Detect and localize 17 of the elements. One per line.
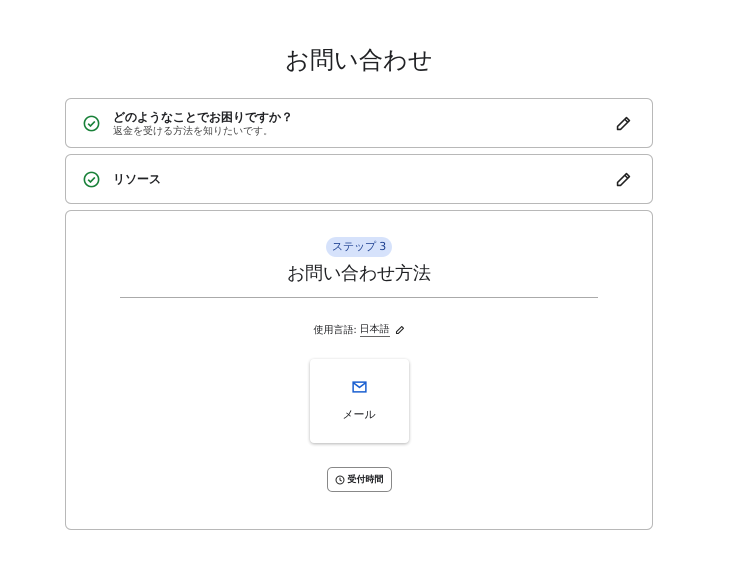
mail-icon — [352, 380, 366, 392]
edit-icon[interactable] — [615, 170, 632, 188]
clock-icon — [334, 474, 344, 484]
edit-icon[interactable] — [394, 324, 405, 334]
edit-icon[interactable] — [615, 114, 632, 132]
email-option[interactable]: メール — [310, 359, 408, 443]
step-title: どのようなことでお困りですか？ — [113, 108, 294, 124]
step-title: リソース — [113, 171, 162, 187]
hours-button[interactable]: 受付時間 — [326, 467, 392, 492]
language-link[interactable]: 日本語 — [360, 322, 390, 337]
step-answer: 返金を受ける方法を知りたいです。 — [113, 124, 274, 138]
step-card[interactable]: リソース — [65, 154, 653, 204]
language-label: 使用言語: — [313, 324, 357, 336]
step-heading: お問い合わせ方法 — [287, 262, 431, 286]
step-card[interactable]: どのようなことでお困りですか？ 返金を受ける方法を知りたいです。 — [65, 98, 653, 148]
page-title: お問い合わせ — [284, 45, 434, 76]
step-badge: ステップ 3 — [326, 237, 392, 257]
